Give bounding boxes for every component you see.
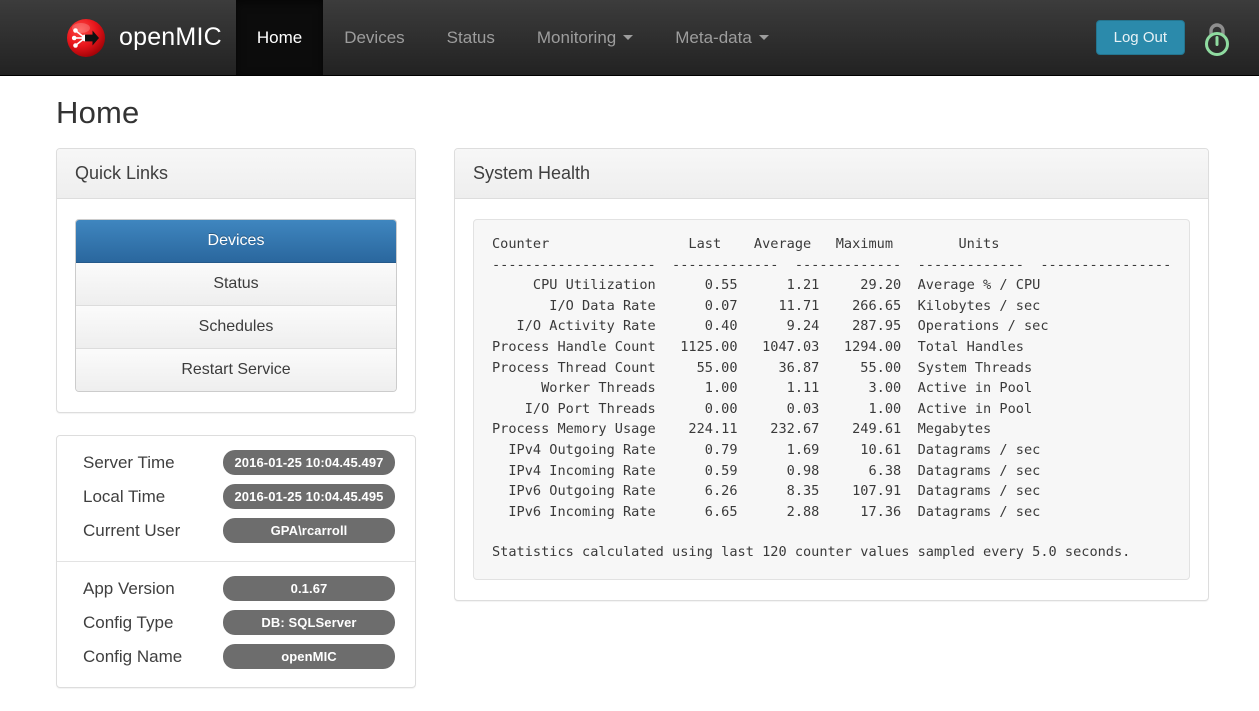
info-row-local-time: Local Time 2016-01-25 10:04.45.495 — [83, 484, 395, 509]
quick-links-panel-body: Devices Status Schedules Restart Service — [57, 199, 415, 412]
right-column: System Health Counter Last Average Maxim… — [454, 148, 1210, 623]
page-container: Home Quick Links Devices Status Schedule… — [0, 76, 1259, 711]
content-row: Quick Links Devices Status Schedules Res… — [0, 148, 1259, 711]
nav-label-devices: Devices — [344, 27, 405, 47]
nav-item-monitoring[interactable]: Monitoring — [516, 0, 654, 75]
info-value-app-version: 0.1.67 — [223, 576, 395, 601]
quick-link-restart-service[interactable]: Restart Service — [76, 349, 396, 391]
quick-links-list: Devices Status Schedules Restart Service — [75, 219, 397, 392]
info-row-config-type: Config Type DB: SQLServer — [83, 610, 395, 635]
quick-links-panel: Quick Links Devices Status Schedules Res… — [56, 148, 416, 413]
info-label-server-time: Server Time — [83, 452, 175, 472]
nav-item-devices[interactable]: Devices — [323, 0, 425, 75]
info-label-config-name: Config Name — [83, 646, 183, 666]
nav-label-monitoring: Monitoring — [536, 27, 617, 47]
chevron-down-icon — [623, 35, 634, 40]
quick-links-panel-heading: Quick Links — [57, 149, 415, 199]
nav-label-home: Home — [256, 27, 303, 47]
nav-item-meta-data[interactable]: Meta-data — [654, 0, 790, 75]
info-value-local-time: 2016-01-25 10:04.45.495 — [223, 484, 395, 509]
system-info-panel: Server Time 2016-01-25 10:04.45.497 Loca… — [56, 435, 416, 688]
brand-link[interactable]: openMIC — [0, 0, 236, 75]
system-health-title: System Health — [473, 163, 591, 183]
nav-item-status[interactable]: Status — [426, 0, 516, 75]
nav-label-meta-data: Meta-data — [675, 27, 752, 47]
nav-menu: Home Devices Status Monitoring Meta-data — [235, 0, 790, 75]
left-column: Quick Links Devices Status Schedules Res… — [56, 148, 416, 711]
info-value-config-type: DB: SQLServer — [223, 610, 395, 635]
system-health-box: Counter Last Average Maximum Units -----… — [473, 219, 1191, 580]
info-label-app-version: App Version — [83, 578, 175, 598]
page-title: Home — [56, 95, 140, 130]
info-row-server-time: Server Time 2016-01-25 10:04.45.497 — [83, 450, 395, 475]
nav-label-status: Status — [446, 27, 495, 47]
info-label-current-user: Current User — [83, 520, 181, 540]
nav-item-home[interactable]: Home — [235, 0, 324, 75]
info-value-config-name: openMIC — [223, 644, 395, 669]
top-navbar: openMIC Home Devices Status Monitoring M… — [0, 0, 1259, 76]
system-health-panel-heading: System Health — [455, 149, 1209, 199]
quick-link-status[interactable]: Status — [76, 263, 396, 306]
quick-link-schedules[interactable]: Schedules — [76, 306, 396, 349]
system-health-panel: System Health Counter Last Average Maxim… — [454, 148, 1210, 601]
info-value-current-user: GPA\rcarroll — [223, 518, 395, 543]
system-health-table: Counter Last Average Maximum Units -----… — [492, 236, 1172, 520]
info-group-config: App Version 0.1.67 Config Type DB: SQLSe… — [57, 561, 415, 687]
log-out-button[interactable]: Log Out — [1095, 20, 1185, 55]
navbar-right-actions: Log Out — [1095, 0, 1259, 75]
system-health-panel-body: Counter Last Average Maximum Units -----… — [455, 199, 1208, 600]
quick-links-title: Quick Links — [75, 163, 169, 183]
info-group-session: Server Time 2016-01-25 10:04.45.497 Loca… — [57, 436, 415, 561]
system-health-note: Statistics calculated using last 120 cou… — [492, 544, 1131, 561]
info-label-config-type: Config Type — [83, 612, 174, 632]
info-value-server-time: 2016-01-25 10:04.45.497 — [223, 450, 395, 475]
brand-title: openMIC — [119, 23, 222, 51]
info-label-local-time: Local Time — [83, 486, 166, 506]
chevron-down-icon — [758, 35, 769, 40]
info-row-app-version: App Version 0.1.67 — [83, 576, 395, 601]
power-lock-icon[interactable] — [1199, 18, 1235, 58]
info-row-config-name: Config Name openMIC — [83, 644, 395, 669]
openmic-logo-icon — [66, 18, 106, 58]
info-row-current-user: Current User GPA\rcarroll — [83, 518, 395, 543]
quick-link-devices[interactable]: Devices — [76, 220, 396, 263]
